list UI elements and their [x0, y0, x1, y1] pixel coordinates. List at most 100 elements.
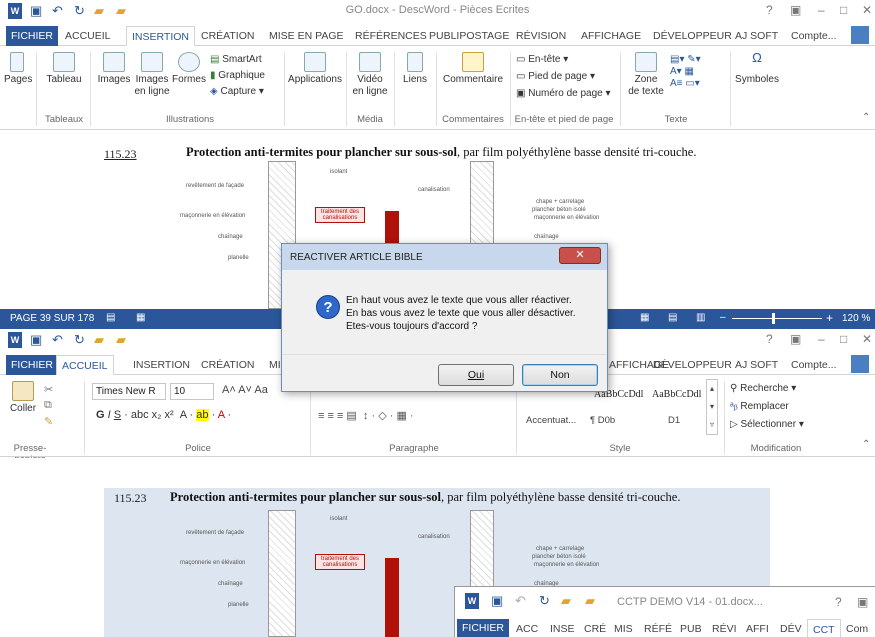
images-button[interactable]: Images: [96, 52, 132, 86]
user-avatar[interactable]: [851, 355, 869, 373]
font-name-field[interactable]: Times New R: [92, 383, 166, 400]
collapse-ribbon-icon[interactable]: ⌃: [862, 112, 870, 123]
paragraph-icons[interactable]: ≡ ≡ ≡ ▤ ↕ · ◇ · ▦ ·: [318, 409, 414, 422]
account-menu[interactable]: Compte...: [786, 26, 842, 47]
undo-icon[interactable]: ↶: [52, 332, 63, 348]
commentaire-button[interactable]: Commentaire: [440, 52, 506, 86]
remplacer-button[interactable]: ᵃᵦ Remplacer: [730, 401, 789, 413]
read-mode-icon[interactable]: ▦: [640, 312, 649, 323]
tab-accueil[interactable]: ACCUEIL: [60, 26, 116, 47]
tab-mise-en-page[interactable]: MISE EN PAGE: [264, 26, 349, 47]
zoom-level[interactable]: 120 %: [842, 313, 870, 324]
tab-publipostage[interactable]: PUBLIPOSTAGE: [424, 26, 514, 47]
folder-icon[interactable]: ▰: [94, 332, 104, 348]
tab-affichage[interactable]: AFFICHAGE: [576, 26, 646, 47]
tab-creation[interactable]: CRÉ: [579, 619, 611, 637]
tab-references[interactable]: RÉFÉRENCES: [350, 26, 432, 47]
folder-icon[interactable]: ▰: [561, 593, 571, 609]
zoom-out-icon[interactable]: –: [720, 312, 726, 323]
save-icon[interactable]: ▣: [30, 332, 42, 348]
numero-de-page-button[interactable]: ▣ Numéro de page ▾: [516, 88, 611, 100]
tab-insertion[interactable]: INSERTION: [126, 26, 195, 47]
tab-compte[interactable]: Com: [841, 619, 873, 637]
grow-font-icon[interactable]: A˄ A˅ Aa: [222, 384, 268, 396]
text-tools-icons[interactable]: ▤▾ ✎▾ A▾ ▦ A≡ ▭▾: [670, 54, 720, 90]
applications-button[interactable]: Applications: [288, 52, 342, 86]
close-icon[interactable]: ✕: [862, 3, 872, 17]
save-icon[interactable]: ▣: [491, 593, 503, 609]
ribbon-options-icon[interactable]: ▣: [790, 332, 801, 346]
coller-button[interactable]: Coller: [6, 381, 40, 415]
minimize-icon[interactable]: –: [818, 3, 825, 17]
collapse-ribbon-icon[interactable]: ⌃: [862, 439, 870, 450]
images-en-ligne-button[interactable]: Images en ligne: [134, 52, 170, 98]
print-layout-icon[interactable]: ▤: [668, 312, 677, 323]
dialog-close-button[interactable]: ✕: [559, 247, 601, 264]
tab-insertion[interactable]: INSE: [545, 619, 580, 637]
tab-revision[interactable]: RÉVI: [707, 619, 742, 637]
web-layout-icon[interactable]: ▥: [696, 312, 705, 323]
page-count[interactable]: PAGE 39 SUR 178: [10, 313, 94, 324]
zoom-slider[interactable]: [732, 318, 822, 319]
zone-de-texte-button[interactable]: Zone de texte: [628, 52, 664, 98]
tableau-button[interactable]: Tableau: [44, 52, 84, 86]
tab-aj-soft[interactable]: AJ SOFT: [730, 355, 783, 376]
style-accentuation[interactable]: Accentuat...: [526, 415, 576, 426]
tab-insertion[interactable]: INSERTION: [128, 355, 195, 376]
styles-scroll[interactable]: ▴ ▾ ▿: [706, 379, 718, 435]
capture-button[interactable]: ◈ Capture ▾: [210, 86, 264, 98]
selectionner-button[interactable]: ▷ Sélectionner ▾: [730, 419, 804, 431]
formes-button[interactable]: Formes: [172, 52, 206, 86]
tab-references[interactable]: RÉFÉ: [639, 619, 677, 637]
tab-publipostage[interactable]: PUB: [675, 619, 707, 637]
redo-icon[interactable]: ↻: [539, 593, 550, 609]
en-tete-button[interactable]: ▭ En-tête ▾: [516, 54, 568, 66]
tab-revision[interactable]: RÉVISION: [511, 26, 571, 47]
tab-developpeur[interactable]: DÉV: [775, 619, 807, 637]
style-d0b[interactable]: ¶ D0b: [590, 415, 615, 426]
tab-cct[interactable]: CCT: [807, 619, 841, 637]
tab-affichage[interactable]: AFFI: [741, 619, 774, 637]
non-button[interactable]: Non: [522, 364, 598, 386]
style-d1[interactable]: D1: [668, 415, 680, 426]
tab-accueil[interactable]: ACC: [511, 619, 543, 637]
video-en-ligne-button[interactable]: Vidéo en ligne: [352, 52, 388, 98]
maximize-icon[interactable]: □: [840, 3, 847, 17]
tab-creation[interactable]: CRÉATION: [196, 26, 259, 47]
tab-fichier[interactable]: FICHIER: [6, 26, 58, 46]
folder-new-icon[interactable]: ▰: [585, 593, 595, 609]
copy-icon[interactable]: ⧉: [44, 399, 52, 412]
font-format-icons[interactable]: G I S · abc x₂ x² A · ab · A ·: [96, 409, 231, 421]
help-icon[interactable]: ?: [835, 595, 842, 609]
tab-creation[interactable]: CRÉATION: [196, 355, 259, 376]
tab-mise-en-page[interactable]: MIS: [609, 619, 638, 637]
account-menu[interactable]: Compte...: [786, 355, 842, 376]
tab-fichier[interactable]: FICHIER: [457, 619, 509, 637]
zoom-slider-thumb[interactable]: [772, 313, 775, 324]
tab-developpeur[interactable]: DÉVELOPPEUR: [648, 355, 737, 376]
font-size-field[interactable]: 10: [170, 383, 214, 400]
minimize-icon[interactable]: –: [818, 332, 825, 346]
liens-button[interactable]: Liens: [398, 52, 432, 86]
tab-aj-soft[interactable]: AJ SOFT: [730, 26, 783, 47]
tab-fichier[interactable]: FICHIER: [6, 355, 58, 375]
undo-icon[interactable]: ↶: [515, 593, 526, 609]
style-preview-2[interactable]: AaBbCcDdl: [652, 389, 701, 400]
symboles-button[interactable]: Ω Symboles: [734, 51, 780, 86]
format-painter-icon[interactable]: ✎: [44, 415, 53, 428]
zoom-in-icon[interactable]: +: [826, 311, 833, 325]
pied-de-page-button[interactable]: ▭ Pied de page ▾: [516, 71, 595, 83]
graphique-button[interactable]: ▮ Graphique: [210, 70, 265, 82]
smartart-button[interactable]: ▤ SmartArt: [210, 54, 262, 66]
maximize-icon[interactable]: □: [840, 332, 847, 346]
ribbon-options-icon[interactable]: ▣: [790, 3, 801, 17]
pages-button[interactable]: Pages: [4, 52, 32, 86]
ribbon-options-icon[interactable]: ▣: [857, 595, 868, 609]
tab-developpeur[interactable]: DÉVELOPPEUR: [648, 26, 737, 47]
help-icon[interactable]: ?: [766, 3, 773, 17]
tab-accueil[interactable]: ACCUEIL: [56, 355, 114, 376]
proofing-icon[interactable]: ▤: [106, 312, 115, 323]
rechercher-button[interactable]: ⚲ Recherche ▾: [730, 383, 796, 395]
help-icon[interactable]: ?: [766, 332, 773, 346]
close-icon[interactable]: ✕: [862, 332, 872, 346]
